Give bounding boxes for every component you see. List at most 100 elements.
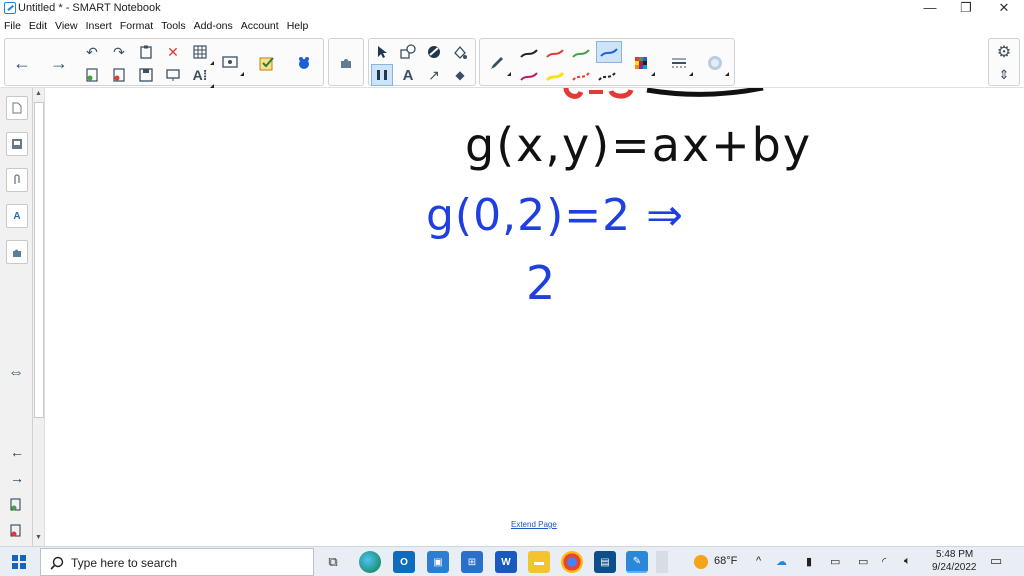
pen-black-swatch[interactable]: [518, 43, 540, 63]
vertical-scrollbar[interactable]: ▲ ▼: [33, 88, 45, 546]
red-ink-stroke-1: [563, 88, 584, 99]
menu-view[interactable]: View: [55, 18, 78, 35]
windows-store-app-icon[interactable]: ⊞: [461, 551, 483, 573]
outlook-icon[interactable]: O: [393, 551, 415, 573]
windows-start-icon[interactable]: [12, 555, 26, 572]
properties-icon[interactable]: A: [6, 204, 28, 228]
menu-format[interactable]: Format: [120, 18, 153, 35]
next-page-side-icon[interactable]: →: [10, 470, 24, 486]
edge-browser-icon[interactable]: [359, 551, 381, 573]
pen-red-swatch[interactable]: [544, 43, 566, 63]
notification-icon[interactable]: ▭: [830, 555, 840, 568]
menu-file[interactable]: File: [4, 18, 21, 35]
delete-page-icon[interactable]: [108, 64, 130, 86]
fill-icon[interactable]: [423, 41, 445, 63]
attachments-icon[interactable]: [6, 168, 28, 192]
store-icon[interactable]: ▣: [427, 551, 449, 573]
pen-magenta-swatch[interactable]: [518, 66, 540, 86]
task-view-icon[interactable]: ⧉: [322, 551, 344, 573]
add-page-side-icon[interactable]: [10, 498, 22, 515]
scroll-down-icon[interactable]: ▼: [35, 534, 42, 541]
lines-tool-button[interactable]: ↗: [423, 64, 445, 86]
scrollbar-thumb[interactable]: [34, 102, 44, 418]
pen-dashed-red-swatch[interactable]: [570, 66, 592, 86]
clock-time[interactable]: 5:48 PM: [936, 549, 973, 560]
menu-account[interactable]: Account: [241, 18, 279, 35]
smart-product-drivers-icon[interactable]: ▤: [594, 551, 616, 573]
delete-button[interactable]: ✕: [162, 41, 184, 63]
pen-icon[interactable]: [486, 52, 511, 76]
response-icon[interactable]: [256, 52, 278, 74]
file-explorer-icon[interactable]: ▬: [528, 551, 550, 573]
black-ink-stroke: [646, 88, 764, 97]
full-screen-icon[interactable]: [162, 64, 184, 86]
pen-dashed-black-swatch[interactable]: [596, 66, 618, 86]
paste-icon[interactable]: [135, 41, 157, 63]
taskbar-scroll[interactable]: [656, 551, 668, 573]
text-tool-button[interactable]: A: [397, 64, 419, 86]
pen-green-swatch[interactable]: [570, 43, 592, 63]
effects-icon[interactable]: [704, 52, 729, 76]
usb-icon[interactable]: ▮: [806, 555, 812, 568]
gear-icon[interactable]: ⚙: [993, 41, 1015, 63]
previous-page-side-icon[interactable]: ←: [10, 444, 24, 460]
action-center-icon[interactable]: ▭: [990, 553, 1002, 569]
menu-help[interactable]: Help: [287, 18, 309, 35]
search-icon: [50, 556, 64, 570]
restore-button[interactable]: ❐: [948, 0, 984, 18]
shapes-icon[interactable]: [397, 41, 419, 63]
menu-insert[interactable]: Insert: [86, 18, 112, 35]
new-page-icon[interactable]: [81, 64, 103, 86]
volume-icon[interactable]: 🔈︎: [904, 555, 911, 568]
paint-bucket-icon[interactable]: [449, 41, 471, 63]
scroll-up-icon[interactable]: ▲: [35, 90, 42, 97]
previous-page-button[interactable]: ←: [11, 52, 33, 74]
addons-group: [328, 38, 364, 86]
table-icon[interactable]: [189, 41, 214, 65]
next-page-button[interactable]: →: [48, 52, 70, 74]
pen-blue-swatch[interactable]: [596, 41, 622, 63]
menu-edit[interactable]: Edit: [29, 18, 47, 35]
redo-button[interactable]: ↷: [108, 41, 130, 63]
title-bar: Untitled * - SMART Notebook — ❐ ✕: [0, 0, 1024, 18]
weather-icon[interactable]: [694, 555, 708, 569]
screen-capture-icon[interactable]: [219, 52, 244, 76]
menu-addons[interactable]: Add-ons: [194, 18, 233, 35]
addons-puzzle-icon[interactable]: [335, 52, 357, 74]
minimize-button[interactable]: —: [912, 0, 948, 18]
eraser-tool-button[interactable]: ◆: [449, 64, 471, 86]
gallery-icon[interactable]: [6, 132, 28, 156]
weather-temperature[interactable]: 68°F: [714, 555, 737, 567]
page-sorter-icon[interactable]: [6, 96, 28, 120]
pen-yellow-swatch[interactable]: [544, 66, 566, 86]
undo-button[interactable]: ↶: [81, 41, 103, 63]
lab-activity-icon[interactable]: [293, 52, 315, 74]
taskbar-search-box[interactable]: Type here to search: [40, 548, 314, 576]
line-style-icon[interactable]: [668, 52, 693, 76]
window-title: Untitled * - SMART Notebook: [18, 2, 161, 14]
pen-group: [479, 38, 735, 86]
whiteboard-canvas[interactable]: g(x,y)=ax+by g(0,2)=2 ⇒ 2: [33, 88, 1024, 546]
save-icon[interactable]: [135, 64, 157, 86]
select-tools-group: A ↗ ◆: [368, 38, 476, 86]
word-icon[interactable]: W: [495, 551, 517, 573]
onedrive-icon[interactable]: ☁: [776, 555, 787, 568]
select-pointer-icon[interactable]: [371, 41, 393, 63]
extend-page-link[interactable]: Extend Page: [511, 520, 557, 529]
color-palette-icon[interactable]: [630, 52, 655, 76]
move-toolbar-icon[interactable]: ⇕: [993, 64, 1015, 86]
menu-tools[interactable]: Tools: [161, 18, 186, 35]
resize-panel-icon[interactable]: ⇔: [8, 364, 24, 382]
side-panel: A ⇔ ← →: [0, 88, 33, 546]
battery-icon[interactable]: ▭: [858, 555, 868, 568]
addons-panel-icon[interactable]: [6, 240, 28, 264]
close-button[interactable]: ✕: [986, 0, 1022, 18]
chrome-icon[interactable]: [561, 551, 583, 573]
pen-select-tool-icon[interactable]: [371, 64, 393, 86]
delete-page-side-icon[interactable]: [10, 524, 22, 541]
clock-date[interactable]: 9/24/2022: [932, 562, 977, 573]
wifi-icon[interactable]: ◜: [882, 555, 886, 568]
text-recognition-icon[interactable]: A⁞: [189, 64, 214, 88]
show-hidden-icons-icon[interactable]: ^: [756, 555, 761, 567]
smart-notebook-taskbar-icon[interactable]: ✎: [626, 551, 648, 573]
